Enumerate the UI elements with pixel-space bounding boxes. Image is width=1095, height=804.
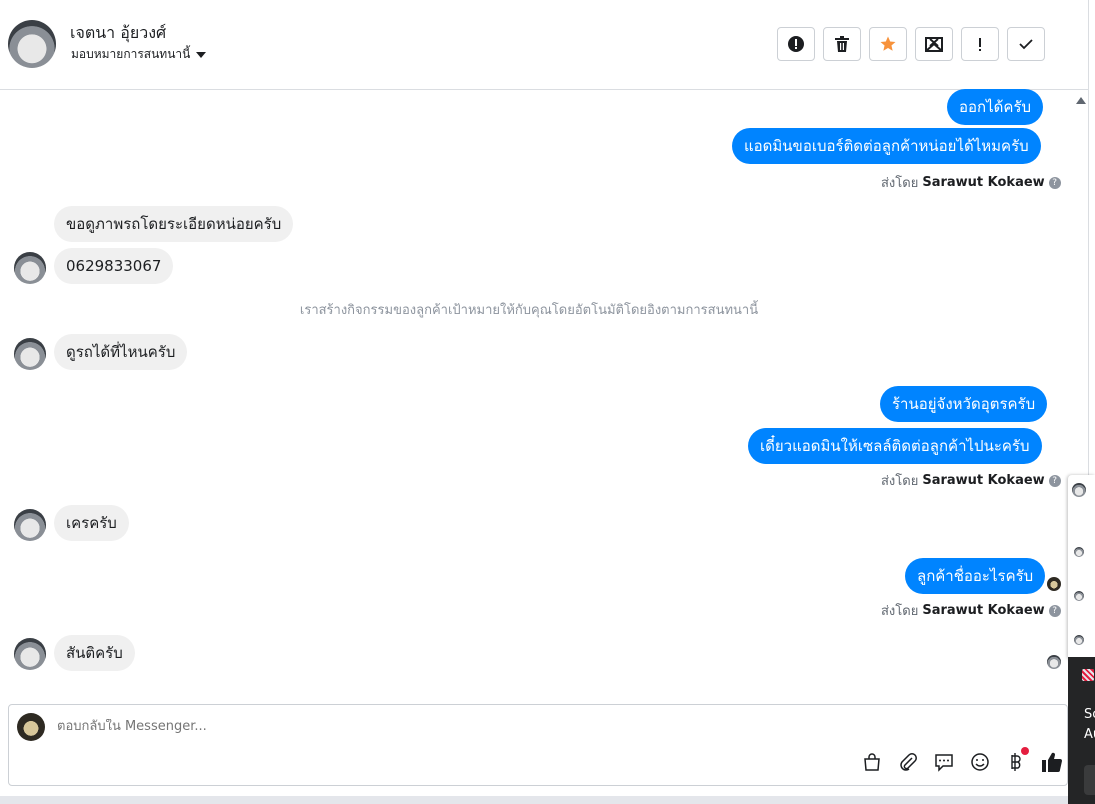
page-avatar: [17, 713, 45, 741]
read-receipt-avatar: [1047, 655, 1061, 669]
help-icon[interactable]: ?: [1048, 604, 1061, 617]
exclamation-circle-icon: [788, 36, 804, 52]
report-button[interactable]: [777, 27, 815, 61]
system-notice: เราสร้างกิจกรรมของลูกค้าเป้าหมายให้กับคุ…: [299, 303, 759, 318]
sent-by-label: ส่งโดย Sarawut Kokaew ?: [881, 172, 1061, 193]
envelope-x-icon: [925, 37, 943, 52]
thumbs-up-icon[interactable]: [1041, 751, 1063, 773]
popup-avatar: [1074, 635, 1084, 645]
shopping-bag-icon[interactable]: [861, 751, 883, 773]
message-outgoing[interactable]: ลูกค้าชื่ออะไรครับ: [905, 558, 1046, 594]
bottom-strip: [0, 796, 1095, 804]
sent-by-name: Sarawut Kokaew: [922, 603, 1045, 618]
message-incoming[interactable]: เครครับ: [54, 505, 129, 541]
delete-button[interactable]: [823, 27, 861, 61]
conversation-toolbar: [777, 27, 1045, 61]
popup-avatar: [1074, 591, 1084, 601]
message-outgoing[interactable]: เดี๋ยวแอดมินให้เซลล์ติดต่อลูกค้าไปนะครับ: [748, 428, 1042, 464]
contact-avatar-small: [14, 252, 46, 284]
app-icon: [1082, 669, 1094, 681]
message-outgoing[interactable]: แอดมินขอเบอร์ติดต่อลูกค้าหน่อยได้ไหมครับ: [732, 128, 1041, 164]
contact-avatar-small: [14, 509, 46, 541]
star-button[interactable]: [869, 27, 907, 61]
emoji-icon[interactable]: [969, 751, 991, 773]
composer-actions: [861, 747, 1063, 773]
conversation-header: เจตนา อุ้ยวงศ์ มอบหมายการสนทนานี้: [0, 0, 1088, 90]
seen-avatar: [1047, 577, 1061, 591]
saved-replies-icon[interactable]: [933, 751, 955, 773]
toast-line-1: Sc: [1084, 707, 1095, 722]
paperclip-icon[interactable]: [897, 751, 919, 773]
assign-label: มอบหมายการสนทนานี้: [71, 47, 191, 61]
sent-by-label: ส่งโดย Sarawut Kokaew ?: [881, 470, 1061, 491]
message-incoming[interactable]: ขอดูภาพรถโดยระเอียดหน่อยครับ: [54, 206, 294, 242]
exclamation-icon: [979, 38, 981, 51]
popup-avatar: [1072, 483, 1086, 497]
sent-by-prefix: ส่งโดย: [881, 604, 919, 619]
help-icon[interactable]: ?: [1048, 176, 1061, 189]
message-incoming[interactable]: 0629833067: [54, 248, 174, 284]
sent-by-name: Sarawut Kokaew: [922, 175, 1045, 190]
mark-unread-button[interactable]: [915, 27, 953, 61]
contact-avatar[interactable]: [8, 20, 56, 68]
message-incoming[interactable]: ดูรถได้ที่ไหนครับ: [54, 334, 188, 370]
check-icon: [1019, 39, 1033, 50]
popup-avatar: [1074, 547, 1084, 557]
sent-by-name: Sarawut Kokaew: [922, 473, 1045, 488]
mark-done-button[interactable]: [1007, 27, 1045, 61]
help-icon[interactable]: ?: [1048, 474, 1061, 487]
reply-composer: [8, 704, 1068, 786]
baht-payment-icon[interactable]: [1005, 747, 1029, 773]
notification-toast[interactable]: Sc Au: [1068, 657, 1095, 804]
notification-dot: [1021, 747, 1029, 755]
contact-avatar-small: [14, 338, 46, 370]
message-outgoing[interactable]: ร้านอยู่จังหวัดอุตรครับ: [880, 386, 1048, 422]
contact-avatar-small: [14, 638, 46, 670]
toast-line-2: Au: [1084, 727, 1095, 742]
trash-icon: [835, 36, 849, 52]
message-outgoing[interactable]: ออกได้ครับ: [947, 89, 1043, 125]
message-incoming[interactable]: สันติครับ: [54, 635, 135, 671]
sent-by-prefix: ส่งโดย: [881, 176, 919, 191]
contact-name[interactable]: เจตนา อุ้ยวงศ์: [70, 21, 166, 46]
caret-down-icon: [196, 51, 207, 58]
side-popup-panel: [1068, 475, 1095, 660]
sent-by-prefix: ส่งโดย: [881, 474, 919, 489]
assign-conversation-dropdown[interactable]: มอบหมายการสนทนานี้: [71, 45, 207, 64]
follow-up-button[interactable]: [961, 27, 999, 61]
scroll-up-arrow-icon[interactable]: [1076, 97, 1086, 104]
sent-by-label: ส่งโดย Sarawut Kokaew ?: [881, 600, 1061, 621]
star-icon: [880, 36, 896, 51]
toast-button[interactable]: [1084, 765, 1095, 795]
reply-input[interactable]: [57, 719, 757, 734]
